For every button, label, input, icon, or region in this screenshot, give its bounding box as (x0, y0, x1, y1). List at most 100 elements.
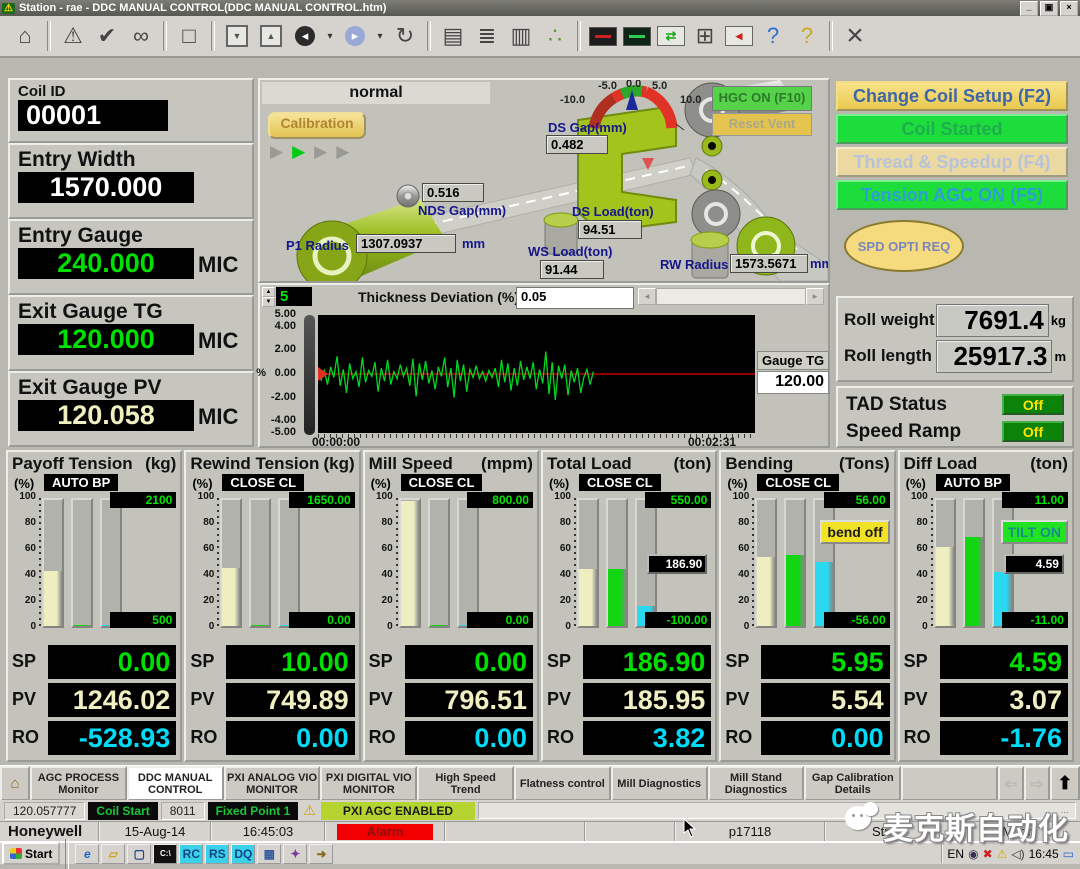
gauge-extra-button[interactable]: bend off (820, 520, 889, 544)
spinner-down-icon[interactable]: ▼ (262, 297, 275, 307)
help-gears-icon[interactable]: ? (758, 19, 788, 53)
archive-swap-icon[interactable]: ⇄ (656, 19, 686, 53)
logoff-icon[interactable]: ➜ (309, 844, 333, 864)
tab-up-icon[interactable]: ⬆ (1050, 766, 1080, 801)
alarm-icon[interactable]: ⚠ (58, 19, 88, 53)
recall-up-icon[interactable]: ▲ (256, 19, 286, 53)
language-indicator[interactable]: EN (947, 847, 964, 861)
alarm-cell[interactable]: Alarm (326, 822, 446, 841)
warning-tray-icon[interactable]: ⚠ (997, 847, 1008, 861)
tension-agc-button[interactable]: Tension AGC ON (F5) (836, 180, 1068, 210)
tab-pxi-digital-vio[interactable]: PXI DIGITAL VIO MONITOR (320, 766, 417, 801)
tab-ddc-manual[interactable]: DDC MANUAL CONTROL (127, 766, 224, 801)
tab-blank[interactable] (901, 766, 998, 801)
scroll-right-icon[interactable]: ▸ (806, 288, 824, 305)
forward-menu-icon[interactable]: ▾ (374, 19, 386, 53)
roll-length-unit: m (1054, 349, 1066, 364)
gauge-axis-tick: 100 (376, 491, 393, 502)
gauge-mode-indicator[interactable]: AUTO BP (44, 474, 118, 491)
windows-stack-icon[interactable]: ⊞ (690, 19, 720, 53)
coil-field-label: Exit Gauge TG (18, 300, 244, 324)
internet-explorer-icon[interactable]: e (75, 844, 99, 864)
coil-field: Entry Gauge240.000MIC (8, 219, 254, 295)
gauge-mode-indicator[interactable]: AUTO BP (936, 474, 1010, 491)
reset-vent-button[interactable]: Reset Vent (712, 113, 812, 136)
volume-icon[interactable]: ◁) (1011, 847, 1024, 861)
gauge-bottom-limit: 0.00 (467, 612, 533, 628)
back-icon[interactable]: ◂ (290, 19, 320, 53)
coil-started-indicator[interactable]: Coil Started (836, 114, 1068, 144)
tab-high-speed-trend[interactable]: High Speed Trend (417, 766, 514, 801)
thread-speedup-button[interactable]: Thread & Speedup (F4) (836, 147, 1068, 177)
monitor-red-icon[interactable] (588, 19, 618, 53)
tab-agc-process[interactable]: AGC PROCESS Monitor (30, 766, 127, 801)
calibration-button[interactable]: Calibration (268, 112, 366, 139)
display-tray-icon[interactable]: ▭ (1063, 847, 1074, 861)
checklist-icon[interactable]: ≣ (472, 19, 502, 53)
close-button[interactable]: × (1060, 1, 1078, 16)
gauge-pv-value: 3.07 (940, 683, 1068, 717)
tab-gap-calibration[interactable]: Gap Calibration Details (804, 766, 901, 801)
command-prompt-icon[interactable]: C:\ (153, 844, 177, 864)
archive-in-icon[interactable]: ◂ (724, 19, 754, 53)
trend-v-slider[interactable] (304, 315, 315, 435)
network-icon[interactable]: ∴ (540, 19, 570, 53)
gauge-mode-indicator[interactable]: CLOSE CL (579, 474, 661, 491)
tad-status-value[interactable]: Off (1002, 394, 1064, 415)
tab-pxi-analog-vio[interactable]: PXI ANALOG VIO MONITOR (224, 766, 321, 801)
alarm-indicator[interactable]: Alarm (337, 824, 433, 840)
scroll-track[interactable] (656, 288, 806, 305)
connect-icon[interactable]: ∞ (126, 19, 156, 53)
forward-icon[interactable]: ▸ (340, 19, 370, 53)
rc-app-icon[interactable]: RC (179, 844, 203, 864)
back-menu-icon[interactable]: ▾ (324, 19, 336, 53)
eye-icon[interactable]: ◉ (968, 847, 978, 861)
gauge-sp-value: 186.90 (583, 645, 711, 679)
p1-radius-label: P1 Radius (286, 238, 349, 253)
refresh-icon[interactable]: ↻ (390, 19, 420, 53)
error-tray-icon[interactable]: ✖ (983, 847, 993, 861)
gauge-tg-value: 120.00 (757, 371, 829, 394)
acknowledge-icon[interactable]: ✔ (92, 19, 122, 53)
folder-icon[interactable]: ▱ (101, 844, 125, 864)
print-icon[interactable]: ▤ (438, 19, 468, 53)
spinner-up-icon[interactable]: ▲ (262, 287, 275, 297)
change-coil-setup-button[interactable]: Change Coil Setup (F2) (836, 81, 1068, 111)
gauge-mode-indicator[interactable]: CLOSE CL (222, 474, 304, 491)
computer-icon[interactable]: ▦ (257, 844, 281, 864)
trend-deviation-input[interactable]: 0.05 (516, 287, 634, 309)
gauge-mode-indicator[interactable]: CLOSE CL (757, 474, 839, 491)
tab-back-icon[interactable]: ⇦ (998, 766, 1024, 801)
close-icon[interactable]: × (840, 19, 870, 53)
rs-app-icon[interactable]: RS (205, 844, 229, 864)
tray-clock: 16:45 (1029, 847, 1059, 861)
home-icon[interactable]: ⌂ (10, 19, 40, 53)
tab-home-icon[interactable]: ⌂ (0, 766, 30, 801)
gauge-bottom-limit: -56.00 (824, 612, 890, 628)
gauge-mode-indicator[interactable]: CLOSE CL (401, 474, 483, 491)
gauge-row-label: SP (12, 651, 48, 672)
stop-icon[interactable]: □ (174, 19, 204, 53)
tab-forward-icon[interactable]: ⇨ (1024, 766, 1050, 801)
speed-ramp-value[interactable]: Off (1002, 421, 1064, 442)
window-icon[interactable]: ▢ (127, 844, 151, 864)
spd-opti-req-indicator[interactable]: SPD OPTI REQ (844, 220, 964, 272)
diamond-icon[interactable]: ✦ (283, 844, 307, 864)
coil-field-value: 120.000 (18, 324, 194, 355)
hgc-on-button[interactable]: HGC ON (F10) (712, 86, 812, 111)
minimize-button[interactable]: _ (1020, 1, 1038, 16)
monitor-green-icon[interactable] (622, 19, 652, 53)
scroll-left-icon[interactable]: ◂ (638, 288, 656, 305)
tab-flatness-control[interactable]: Flatness control (514, 766, 611, 801)
dq-app-icon[interactable]: DQ (231, 844, 255, 864)
tab-mill-diagnostics[interactable]: Mill Diagnostics (611, 766, 708, 801)
start-label: Start (25, 847, 52, 861)
restore-button[interactable]: ▣ (1040, 1, 1058, 16)
recall-down-icon[interactable]: ▼ (222, 19, 252, 53)
start-button[interactable]: Start (2, 842, 60, 865)
columns-icon[interactable]: ▥ (506, 19, 536, 53)
tab-mill-stand[interactable]: Mill Stand Diagnostics (708, 766, 805, 801)
coil-field-unit: MIC (198, 404, 238, 429)
help-doc-icon[interactable]: ? (792, 19, 822, 53)
gauge-extra-button[interactable]: TILT ON (1001, 520, 1068, 544)
